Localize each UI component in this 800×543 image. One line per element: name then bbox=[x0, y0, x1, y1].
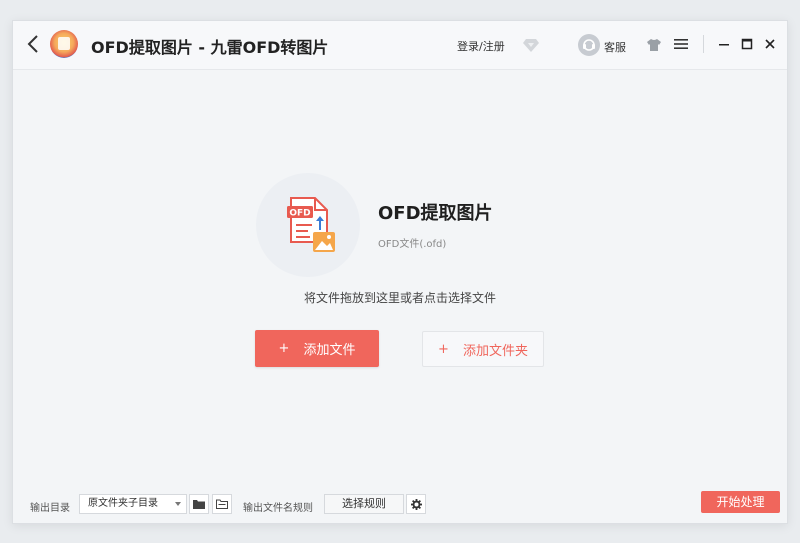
app-logo-icon bbox=[50, 30, 78, 58]
plus-icon: + bbox=[438, 341, 449, 357]
add-folder-button[interactable]: + 添加文件夹 bbox=[422, 331, 544, 367]
select-rule-button[interactable]: 选择规则 bbox=[324, 494, 404, 514]
rule-settings-button[interactable] bbox=[406, 494, 426, 514]
app-window: OFD提取图片 - 九雷OFD转图片 登录/注册 客服 OFD OFD提取图片 … bbox=[12, 20, 788, 524]
open-folder-icon bbox=[216, 499, 228, 509]
start-processing-button[interactable]: 开始处理 bbox=[701, 491, 780, 513]
skin-tshirt-icon[interactable] bbox=[646, 37, 662, 53]
close-icon[interactable] bbox=[763, 37, 777, 51]
customer-service-link[interactable]: 客服 bbox=[604, 39, 626, 55]
ofd-to-image-file-icon: OFD bbox=[287, 197, 335, 252]
drop-hint[interactable]: 将文件拖放到这里或者点击选择文件 bbox=[13, 289, 787, 306]
menu-icon[interactable] bbox=[673, 37, 689, 51]
output-dir-select[interactable]: 原文件夹子目录 bbox=[79, 494, 187, 514]
avatar[interactable] bbox=[578, 34, 600, 56]
hero-subtitle: OFD文件(.ofd) bbox=[378, 239, 447, 250]
add-file-button[interactable]: + 添加文件 bbox=[255, 330, 379, 367]
minimize-icon[interactable] bbox=[717, 37, 731, 51]
output-dir-value: 原文件夹子目录 bbox=[88, 498, 158, 509]
headset-icon bbox=[583, 39, 595, 51]
login-register-link[interactable]: 登录/注册 bbox=[457, 38, 505, 54]
folder-icon bbox=[193, 500, 205, 509]
footer-bar: 输出目录 原文件夹子目录 输出文件名规则 选择规则 开始处理 bbox=[13, 491, 787, 521]
chevron-down-icon bbox=[175, 502, 181, 506]
ofd-badge-text: OFD bbox=[289, 209, 310, 219]
window-title: OFD提取图片 - 九雷OFD转图片 bbox=[91, 38, 329, 57]
title-bar: OFD提取图片 - 九雷OFD转图片 登录/注册 客服 bbox=[13, 21, 787, 70]
add-file-label: 添加文件 bbox=[303, 343, 356, 358]
back-button[interactable] bbox=[23, 32, 43, 56]
gear-icon bbox=[410, 498, 422, 510]
add-folder-label: 添加文件夹 bbox=[462, 343, 528, 359]
hero-title: OFD提取图片 bbox=[378, 203, 493, 224]
output-dir-label: 输出目录 bbox=[30, 503, 70, 514]
browse-folder-button[interactable] bbox=[189, 494, 209, 514]
filename-rule-label: 输出文件名规则 bbox=[243, 503, 313, 514]
title-divider bbox=[703, 35, 704, 53]
maximize-icon[interactable] bbox=[740, 37, 754, 51]
plus-icon: + bbox=[278, 341, 290, 356]
chevron-left-icon bbox=[27, 35, 38, 53]
vip-diamond-icon[interactable] bbox=[523, 38, 539, 52]
open-folder-button[interactable] bbox=[212, 494, 232, 514]
